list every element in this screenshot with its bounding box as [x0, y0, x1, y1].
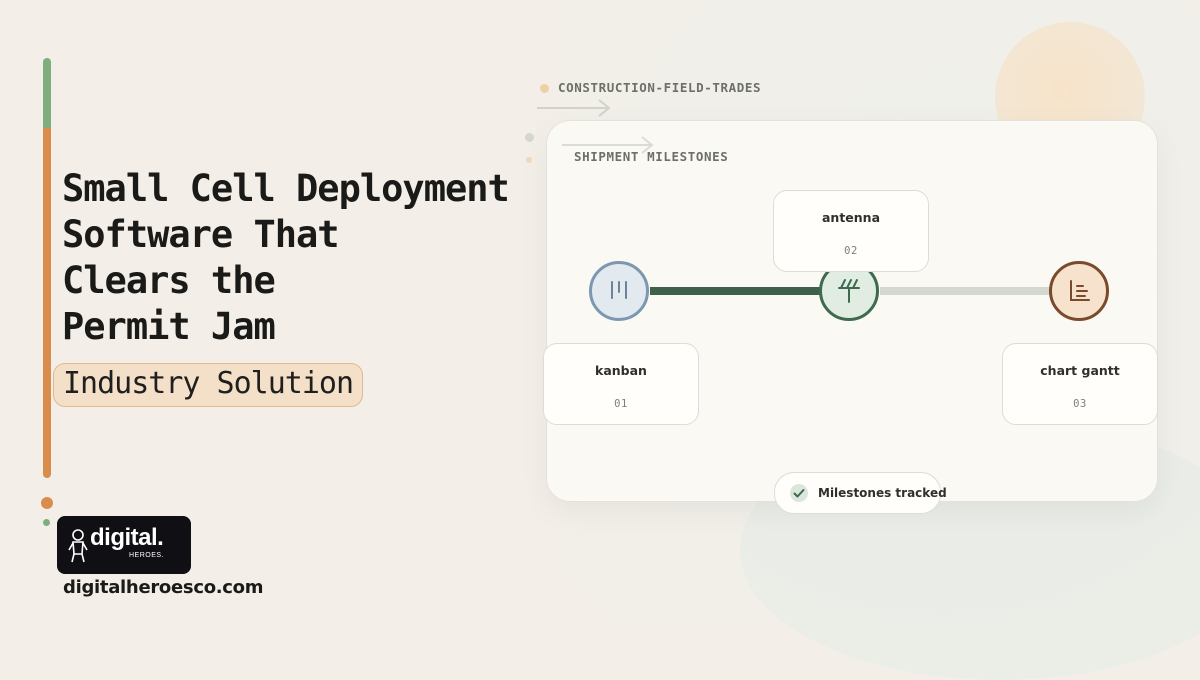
progress-track-done	[650, 287, 822, 295]
milestone-number: 03	[1073, 398, 1087, 410]
milestone-card-kanban[interactable]: kanban 01	[543, 343, 699, 425]
milestone-number: 01	[614, 398, 628, 410]
title-line-2: Software That	[62, 213, 340, 256]
check-icon	[790, 484, 808, 502]
logo-subtitle: HEROES.	[129, 552, 165, 559]
industry-tag: Industry Solution	[53, 363, 364, 407]
progress-track-remaining	[880, 287, 1052, 295]
brand-logo[interactable]: digital. HEROES.	[57, 516, 191, 574]
kanban-icon	[611, 281, 627, 299]
title-line-3: Clears the	[62, 259, 276, 302]
title-line-1: Small Cell Deployment	[62, 167, 510, 210]
website-url[interactable]: digitalheroesco.com	[63, 577, 263, 598]
milestone-card-chart-gantt[interactable]: chart gantt 03	[1002, 343, 1158, 425]
milestone-name: antenna	[821, 210, 881, 225]
accent-bar	[43, 128, 51, 478]
milestone-name: chart gantt	[1040, 363, 1120, 378]
panel-title: SHIPMENT MILESTONES	[574, 149, 729, 164]
hero-figure-icon	[68, 529, 88, 563]
decorative-dot	[525, 133, 534, 142]
milestone-number: 02	[844, 245, 858, 257]
milestone-node-chart-gantt[interactable]	[1049, 261, 1109, 321]
logo-wordmark: digital.	[90, 524, 164, 551]
chart-gantt-icon	[1070, 280, 1090, 301]
status-badge: Milestones tracked	[774, 472, 947, 514]
status-text: Milestones tracked	[818, 486, 947, 500]
milestone-card-antenna[interactable]: antenna 02	[773, 190, 929, 272]
decorative-dot-small	[526, 157, 532, 163]
accent-bar-top	[43, 58, 51, 130]
milestone-node-kanban[interactable]	[589, 261, 649, 321]
accent-dot	[41, 497, 53, 509]
page-title: Small Cell Deployment Software That Clea…	[62, 166, 532, 350]
antenna-icon	[838, 279, 860, 303]
category-label: CONSTRUCTION-FIELD-TRADES	[558, 80, 762, 95]
title-line-4: Permit Jam	[62, 305, 276, 348]
accent-dot-small	[43, 519, 50, 526]
decorative-arrow-icon	[537, 99, 611, 117]
category-dot	[540, 84, 549, 93]
milestone-name: kanban	[595, 363, 647, 378]
